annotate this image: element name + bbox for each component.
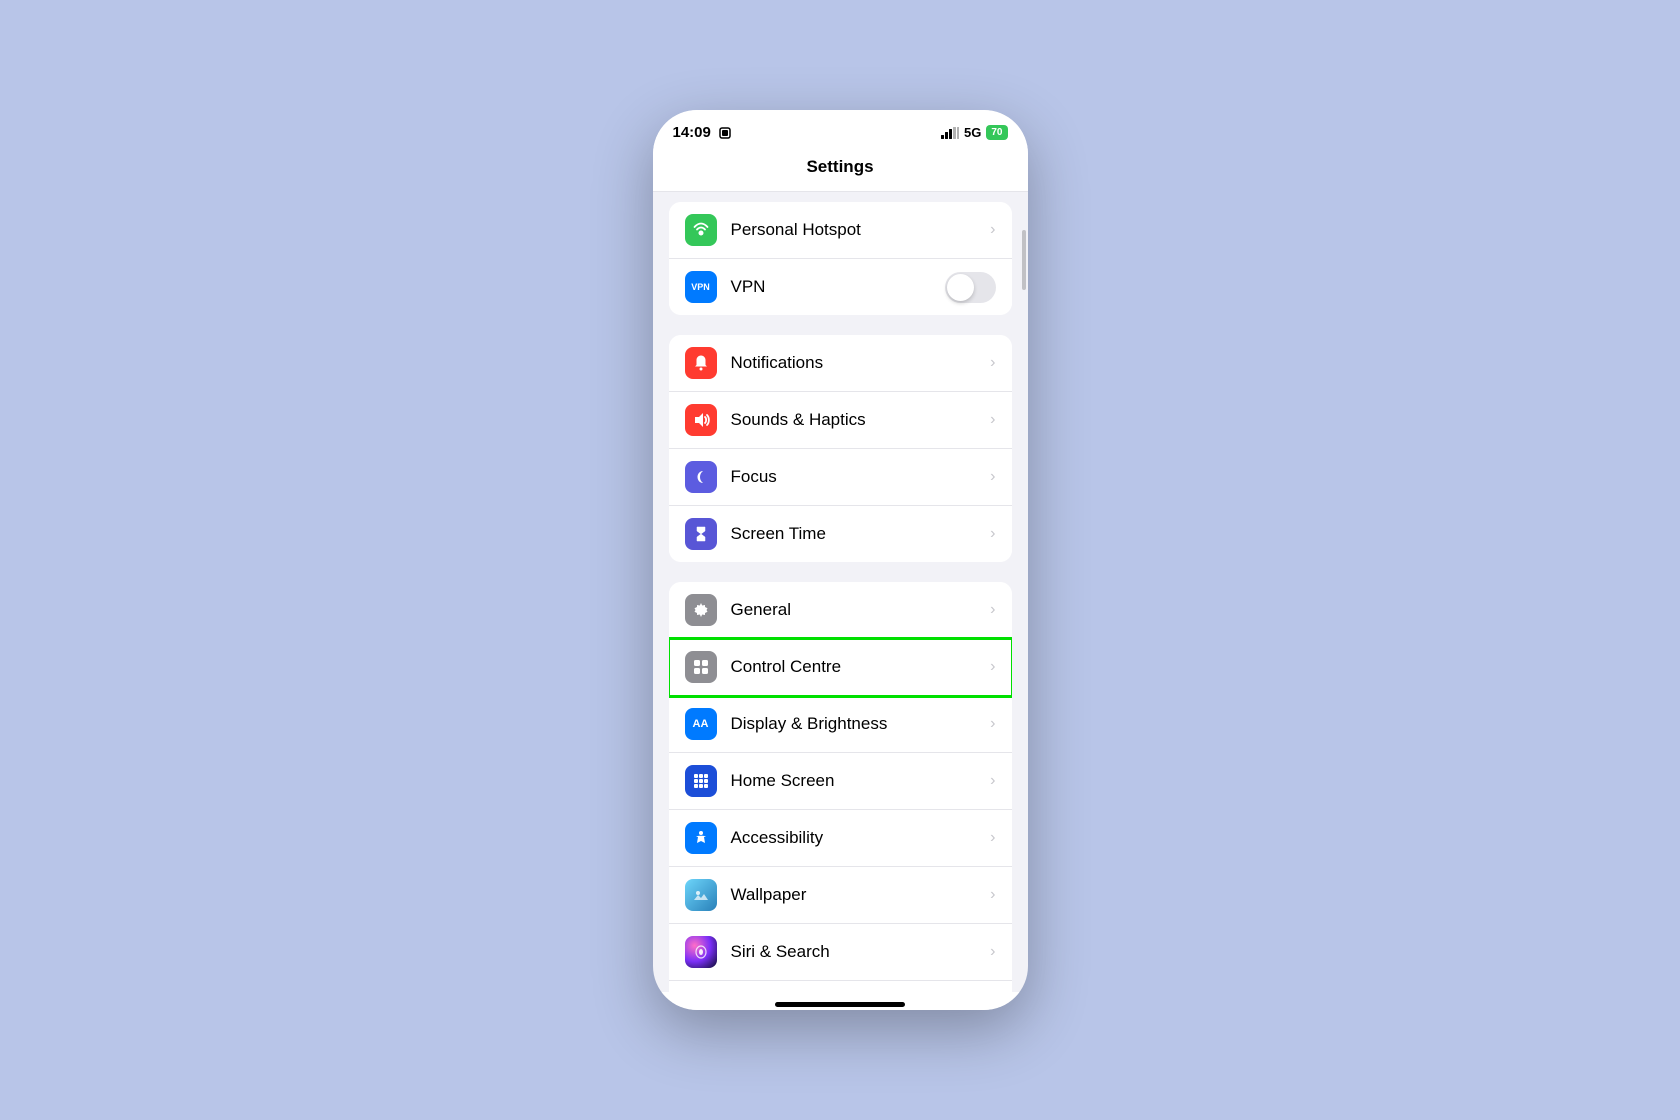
home-indicator-area bbox=[653, 992, 1028, 1010]
wallpaper-label: Wallpaper bbox=[731, 885, 991, 905]
hotspot-label: Personal Hotspot bbox=[731, 220, 991, 240]
section-general: General › Control Centre › AA bbox=[669, 582, 1012, 992]
display-icon: AA bbox=[685, 708, 717, 740]
row-siri-search[interactable]: Siri & Search › bbox=[669, 924, 1012, 981]
notifications-icon bbox=[685, 347, 717, 379]
section-notifications: Notifications › Sounds & Haptics › bbox=[669, 335, 1012, 562]
battery-level: 70 bbox=[991, 127, 1002, 138]
row-sounds-haptics[interactable]: Sounds & Haptics › bbox=[669, 392, 1012, 449]
section-network: Personal Hotspot › VPN VPN bbox=[669, 202, 1012, 315]
toggle-knob bbox=[947, 274, 974, 301]
page-title: Settings bbox=[653, 149, 1028, 192]
sounds-label: Sounds & Haptics bbox=[731, 410, 991, 430]
screen-time-label: Screen Time bbox=[731, 524, 991, 544]
sounds-chevron: › bbox=[990, 411, 995, 429]
time-display: 14:09 bbox=[673, 124, 711, 141]
screen-time-chevron: › bbox=[990, 525, 995, 543]
sim-icon bbox=[718, 126, 732, 140]
wallpaper-icon-svg bbox=[691, 885, 711, 905]
siri-icon-svg bbox=[691, 942, 711, 962]
control-centre-label: Control Centre bbox=[731, 657, 991, 677]
control-centre-chevron: › bbox=[990, 658, 995, 676]
vpn-icon: VPN bbox=[685, 271, 717, 303]
display-label: Display & Brightness bbox=[731, 714, 991, 734]
general-chevron: › bbox=[990, 601, 995, 619]
focus-icon bbox=[685, 461, 717, 493]
home-screen-chevron: › bbox=[990, 772, 995, 790]
row-focus[interactable]: Focus › bbox=[669, 449, 1012, 506]
home-indicator bbox=[775, 1002, 905, 1007]
phone-frame: 14:09 5G 70 Settings bbox=[653, 110, 1028, 1010]
bell-icon-svg bbox=[691, 353, 711, 373]
focus-chevron: › bbox=[990, 468, 995, 486]
scroll-indicator bbox=[1022, 230, 1026, 290]
row-face-id[interactable]: Face ID & Passcode › bbox=[669, 981, 1012, 992]
status-time: 14:09 bbox=[673, 124, 732, 141]
vpn-icon-text: VPN bbox=[691, 282, 710, 292]
row-home-screen[interactable]: Home Screen › bbox=[669, 753, 1012, 810]
siri-icon bbox=[685, 936, 717, 968]
row-display-brightness[interactable]: AA Display & Brightness › bbox=[669, 696, 1012, 753]
network-type: 5G bbox=[964, 125, 981, 140]
moon-icon-svg bbox=[691, 467, 711, 487]
settings-list[interactable]: Personal Hotspot › VPN VPN bbox=[653, 192, 1028, 992]
general-icon bbox=[685, 594, 717, 626]
row-wallpaper[interactable]: Wallpaper › bbox=[669, 867, 1012, 924]
row-control-centre[interactable]: Control Centre › bbox=[669, 639, 1012, 696]
battery-indicator: 70 bbox=[986, 125, 1007, 140]
display-chevron: › bbox=[990, 715, 995, 733]
wallpaper-icon bbox=[685, 879, 717, 911]
accessibility-label: Accessibility bbox=[731, 828, 991, 848]
hotspot-chevron: › bbox=[990, 221, 995, 239]
title-text: Settings bbox=[806, 157, 873, 176]
home-screen-icon-svg bbox=[691, 771, 711, 791]
screen-time-icon bbox=[685, 518, 717, 550]
siri-label: Siri & Search bbox=[731, 942, 991, 962]
row-vpn[interactable]: VPN VPN bbox=[669, 259, 1012, 315]
accessibility-icon bbox=[685, 822, 717, 854]
signal-icon bbox=[941, 127, 959, 139]
row-notifications[interactable]: Notifications › bbox=[669, 335, 1012, 392]
hotspot-icon-svg bbox=[691, 220, 711, 240]
status-bar: 14:09 5G 70 bbox=[653, 110, 1028, 149]
aa-text: AA bbox=[693, 718, 709, 730]
general-label: General bbox=[731, 600, 991, 620]
notifications-label: Notifications bbox=[731, 353, 991, 373]
focus-label: Focus bbox=[731, 467, 991, 487]
wallpaper-chevron: › bbox=[990, 886, 995, 904]
gear-icon-svg bbox=[691, 600, 711, 620]
home-screen-icon bbox=[685, 765, 717, 797]
row-screen-time[interactable]: Screen Time › bbox=[669, 506, 1012, 562]
hourglass-icon-svg bbox=[691, 524, 711, 544]
row-personal-hotspot[interactable]: Personal Hotspot › bbox=[669, 202, 1012, 259]
control-centre-icon-svg bbox=[691, 657, 711, 677]
siri-chevron: › bbox=[990, 943, 995, 961]
sound-icon-svg bbox=[691, 410, 711, 430]
home-screen-label: Home Screen bbox=[731, 771, 991, 791]
accessibility-chevron: › bbox=[990, 829, 995, 847]
vpn-label: VPN bbox=[731, 277, 945, 297]
status-indicators: 5G 70 bbox=[941, 125, 1007, 140]
accessibility-icon-svg bbox=[691, 828, 711, 848]
row-accessibility[interactable]: Accessibility › bbox=[669, 810, 1012, 867]
control-centre-icon bbox=[685, 651, 717, 683]
personal-hotspot-icon bbox=[685, 214, 717, 246]
notifications-chevron: › bbox=[990, 354, 995, 372]
vpn-toggle[interactable] bbox=[945, 272, 996, 303]
row-general[interactable]: General › bbox=[669, 582, 1012, 639]
sounds-icon bbox=[685, 404, 717, 436]
